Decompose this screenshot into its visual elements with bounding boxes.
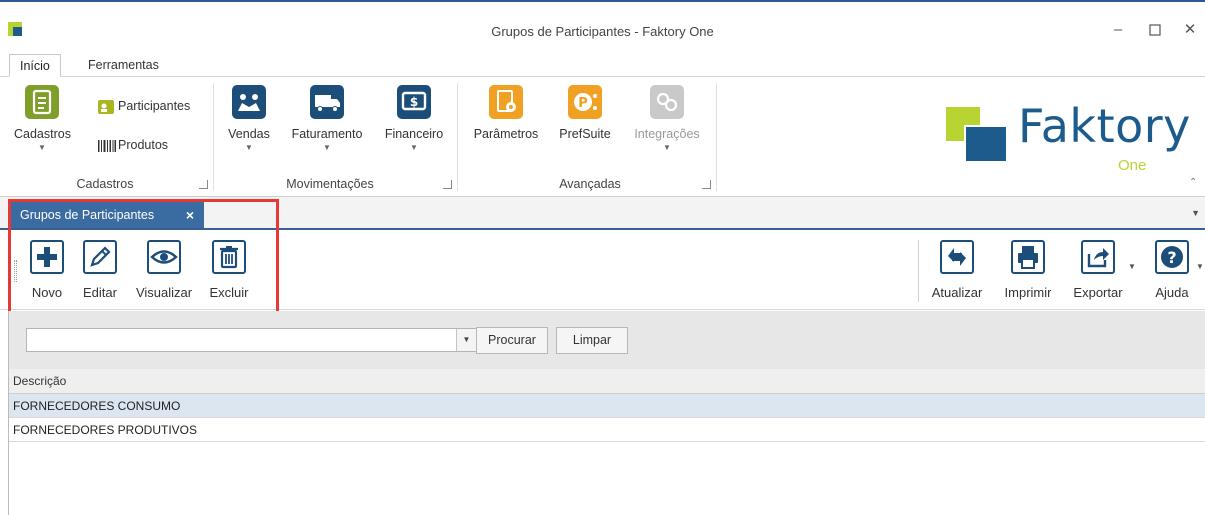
printer-icon (1011, 240, 1045, 274)
chevron-down-icon[interactable]: ▼ (1196, 262, 1204, 271)
prefsuite-button[interactable]: P PrefSuite (552, 85, 618, 141)
svg-text:P: P (578, 96, 588, 111)
export-icon (1081, 240, 1115, 274)
handshake-icon (232, 85, 266, 119)
cadastros-label: Cadastros (14, 127, 71, 141)
group-label-movimentacoes: Movimentações (286, 177, 374, 191)
chevron-down-icon[interactable]: ▼ (1128, 262, 1136, 271)
ribbon-tab-bar: Início Ferramentas (0, 50, 1205, 77)
truck-icon (310, 85, 344, 119)
title-bar: Grupos de Participantes - Faktory One – … (0, 2, 1205, 50)
cadastros-button[interactable]: Cadastros ▼ (14, 85, 71, 152)
data-grid: Descrição FORNECEDORES CONSUMO FORNECEDO… (8, 369, 1205, 515)
participantes-label: Participantes (118, 99, 191, 113)
vendas-label: Vendas (228, 127, 270, 141)
table-row[interactable]: FORNECEDORES CONSUMO (9, 394, 1205, 418)
group-separator (457, 83, 458, 191)
document-icon (25, 85, 59, 119)
limpar-button[interactable]: Limpar (556, 327, 628, 354)
financeiro-button[interactable]: $ Financeiro ▼ (380, 85, 448, 152)
svg-text:$: $ (410, 95, 418, 109)
ribbon-panel: Cadastros ▼ Participantes Produtos Cadas… (0, 76, 1205, 197)
logo-text: Faktory (1018, 99, 1191, 153)
help-icon: ? (1155, 240, 1189, 274)
tab-ferramentas[interactable]: Ferramentas (78, 54, 169, 77)
faturamento-button[interactable]: Faturamento ▼ (286, 85, 368, 152)
produtos-button[interactable]: Produtos (98, 138, 168, 153)
chevron-down-icon[interactable]: ▼ (1191, 208, 1200, 218)
faktory-logo: Faktory One (940, 99, 1200, 179)
chevron-down-icon: ▼ (323, 143, 331, 152)
svg-text:?: ? (1167, 248, 1176, 267)
exportar-label: Exportar (1073, 285, 1123, 300)
table-row[interactable]: FORNECEDORES PRODUTIVOS (9, 418, 1205, 442)
barcode-icon (98, 139, 116, 153)
financeiro-label: Financeiro (384, 127, 444, 141)
integracoes-label: Integrações (634, 127, 700, 141)
prefsuite-icon: P (568, 85, 602, 119)
produtos-label: Produtos (118, 138, 169, 152)
chevron-down-icon: ▼ (663, 143, 671, 152)
chevron-down-icon: ▼ (245, 143, 253, 152)
logo-subtext: One (1118, 157, 1147, 174)
column-header-descricao[interactable]: Descrição (9, 369, 1205, 394)
participantes-button[interactable]: Participantes (98, 99, 190, 114)
tab-inicio[interactable]: Início (9, 54, 61, 77)
exportar-button[interactable]: Exportar (1068, 240, 1128, 300)
refresh-icon (940, 240, 974, 274)
minimize-icon[interactable]: – (1108, 20, 1128, 40)
procurar-button[interactable]: Procurar (476, 327, 548, 354)
vendas-button[interactable]: Vendas ▼ (223, 85, 275, 152)
faturamento-label: Faturamento (291, 127, 363, 141)
dialog-launcher-icon[interactable] (199, 180, 208, 189)
settings-icon (489, 85, 523, 119)
integration-icon (650, 85, 684, 119)
contact-card-icon (98, 99, 114, 114)
imprimir-label: Imprimir (1004, 285, 1052, 300)
integracoes-button[interactable]: Integrações ▼ (626, 85, 708, 152)
group-label-avancadas: Avançadas (559, 177, 621, 191)
atualizar-button[interactable]: Atualizar (926, 240, 988, 300)
imprimir-button[interactable]: Imprimir (996, 240, 1060, 300)
ajuda-label: Ajuda (1155, 285, 1189, 300)
highlight-box (8, 199, 279, 315)
group-separator (213, 83, 214, 191)
group-separator (716, 83, 717, 191)
dialog-launcher-icon[interactable] (702, 180, 711, 189)
logo-mark-icon (946, 107, 1006, 161)
finance-icon: $ (397, 85, 431, 119)
parametros-button[interactable]: Parâmetros (468, 85, 544, 141)
close-icon[interactable]: ✕ (1180, 20, 1200, 40)
collapse-ribbon-icon[interactable]: ⌃ (1189, 177, 1197, 188)
toolbar-separator (918, 240, 919, 302)
chevron-down-icon: ▼ (38, 143, 46, 152)
parametros-label: Parâmetros (473, 127, 539, 141)
chevron-down-icon[interactable]: ▼ (456, 329, 476, 351)
search-combobox[interactable]: ▼ (26, 328, 477, 352)
maximize-icon[interactable] (1145, 20, 1165, 40)
ajuda-button[interactable]: ? Ajuda (1146, 240, 1198, 300)
search-panel: ▼ Procurar Limpar (8, 311, 1205, 369)
chevron-down-icon: ▼ (410, 143, 418, 152)
window-title: Grupos de Participantes - Faktory One (491, 24, 714, 39)
group-label-cadastros: Cadastros (76, 177, 134, 191)
atualizar-label: Atualizar (931, 285, 983, 300)
prefsuite-label: PrefSuite (559, 127, 611, 141)
dialog-launcher-icon[interactable] (443, 180, 452, 189)
